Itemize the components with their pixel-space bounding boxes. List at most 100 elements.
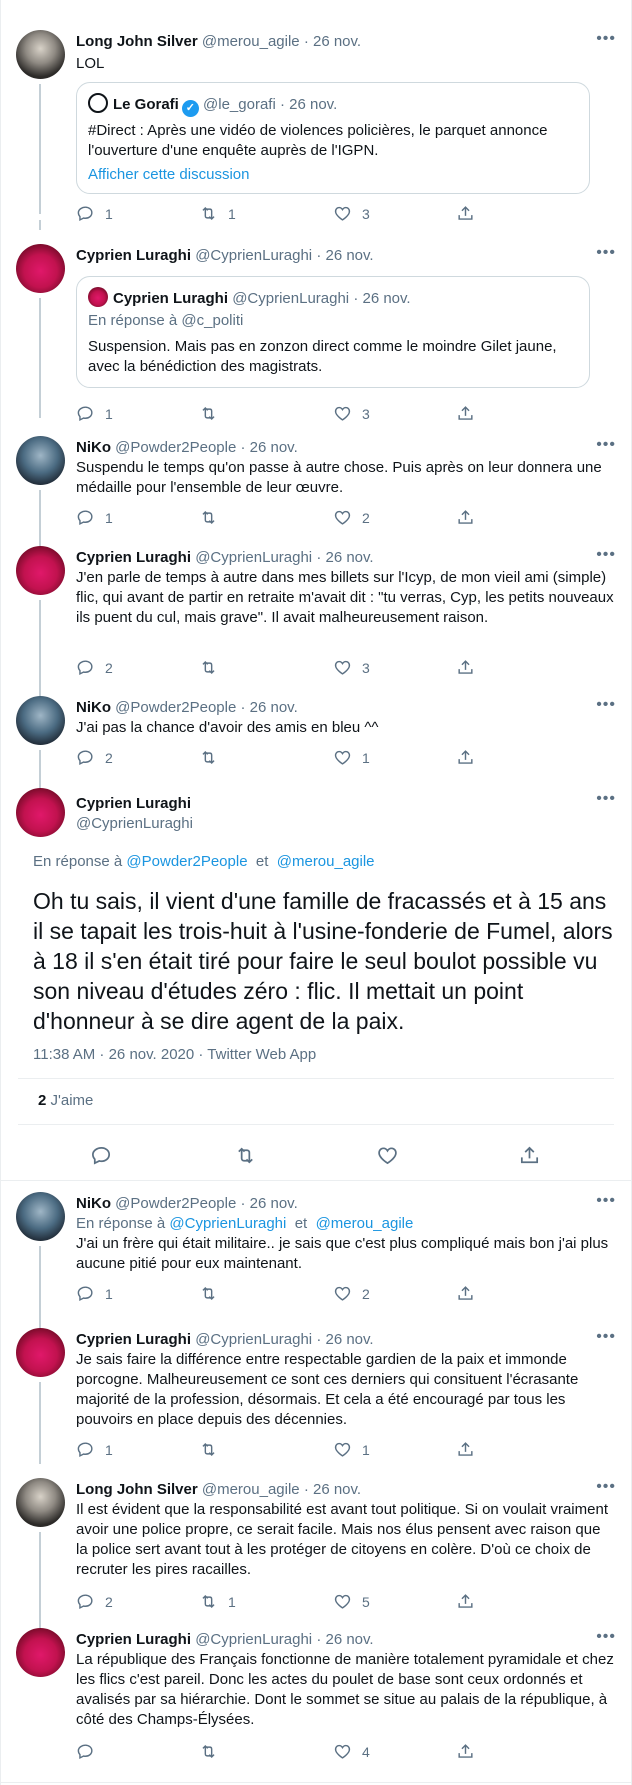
avatar[interactable] bbox=[16, 546, 65, 595]
avatar[interactable] bbox=[16, 696, 65, 745]
tweet-date[interactable]: · 26 nov. bbox=[316, 247, 373, 264]
author-handle[interactable]: @CyprienLuraghi bbox=[195, 549, 312, 566]
tweet-2[interactable]: Cyprien Luraghi @CyprienLuraghi · 26 nov… bbox=[1, 220, 631, 422]
more-options-icon[interactable]: ••• bbox=[596, 1628, 616, 1646]
share-button[interactable] bbox=[456, 1440, 475, 1459]
reply-3[interactable]: Long John Silver @merou_agile · 26 nov. … bbox=[1, 1468, 631, 1628]
share-button[interactable] bbox=[456, 1592, 475, 1611]
tweet-4[interactable]: Cyprien Luraghi @CyprienLuraghi · 26 nov… bbox=[1, 536, 631, 700]
reply-handle-1[interactable]: @CyprienLuraghi bbox=[169, 1215, 286, 1232]
avatar[interactable] bbox=[16, 1192, 65, 1241]
reply-button[interactable]: 1 bbox=[76, 204, 113, 223]
reply-1[interactable]: NiKo @Powder2People · 26 nov. ••• En rép… bbox=[1, 1182, 631, 1330]
author-handle[interactable]: @CyprienLuraghi bbox=[195, 1631, 312, 1648]
reply-button[interactable]: 1 bbox=[76, 404, 113, 423]
like-button[interactable]: 2 bbox=[333, 508, 370, 527]
reply-button[interactable]: 1 bbox=[76, 1440, 113, 1459]
like-button[interactable]: 4 bbox=[333, 1742, 370, 1761]
reply-button[interactable]: 1 bbox=[76, 1284, 113, 1303]
share-button[interactable] bbox=[456, 404, 475, 423]
reply-4[interactable]: Cyprien Luraghi @CyprienLuraghi · 26 nov… bbox=[1, 1618, 631, 1783]
more-options-icon[interactable]: ••• bbox=[596, 436, 616, 454]
reply-button[interactable]: 2 bbox=[76, 658, 113, 677]
avatar[interactable] bbox=[16, 436, 65, 485]
tweet-date[interactable]: · 26 nov. bbox=[240, 439, 297, 456]
reply-handle-2[interactable]: @merou_agile bbox=[277, 853, 375, 870]
share-button[interactable] bbox=[456, 1742, 475, 1761]
retweet-button[interactable] bbox=[199, 1742, 228, 1761]
author-handle[interactable]: @Powder2People bbox=[115, 699, 236, 716]
like-button[interactable]: 3 bbox=[333, 404, 370, 423]
reply-handle-2[interactable]: @merou_agile bbox=[316, 1215, 414, 1232]
retweet-button[interactable]: 1 bbox=[199, 1592, 236, 1611]
tweet-date[interactable]: · 26 nov. bbox=[304, 33, 361, 50]
like-button[interactable]: 1 bbox=[333, 1440, 370, 1459]
like-button[interactable]: 3 bbox=[333, 204, 370, 223]
tweet-5[interactable]: NiKo @Powder2People · 26 nov. ••• J'ai p… bbox=[1, 686, 631, 794]
likes-summary[interactable]: 2 J'aime bbox=[38, 1092, 93, 1109]
reply-button[interactable]: 1 bbox=[76, 508, 113, 527]
quoted-tweet[interactable]: Le Gorafi ✓ @le_gorafi · 26 nov. #Direct … bbox=[76, 82, 590, 194]
more-options-icon[interactable]: ••• bbox=[596, 30, 616, 48]
share-button[interactable] bbox=[456, 1284, 475, 1303]
tweet-date[interactable]: · 26 nov. bbox=[240, 699, 297, 716]
retweet-button[interactable] bbox=[199, 404, 228, 423]
reply-button[interactable] bbox=[90, 1144, 113, 1172]
more-options-icon[interactable]: ••• bbox=[596, 790, 616, 808]
tweet-date[interactable]: · 26 nov. bbox=[304, 1481, 361, 1498]
author-name[interactable]: Cyprien Luraghi bbox=[76, 549, 191, 566]
author-name[interactable]: Cyprien Luraghi bbox=[76, 1331, 191, 1348]
retweet-button[interactable] bbox=[234, 1144, 257, 1172]
like-button[interactable]: 1 bbox=[333, 748, 370, 767]
tweet-date[interactable]: · 26 nov. bbox=[316, 549, 373, 566]
reply-button[interactable]: 2 bbox=[76, 1592, 113, 1611]
like-button[interactable] bbox=[376, 1144, 399, 1172]
author-handle[interactable]: @CyprienLuraghi bbox=[195, 1331, 312, 1348]
more-options-icon[interactable]: ••• bbox=[596, 1478, 616, 1496]
tweet-date[interactable]: · 26 nov. bbox=[316, 1631, 373, 1648]
reply-handle-1[interactable]: @Powder2People bbox=[126, 853, 247, 870]
author-name[interactable]: Cyprien Luraghi bbox=[76, 794, 193, 814]
author-handle[interactable]: @Powder2People bbox=[115, 1195, 236, 1212]
share-button[interactable] bbox=[456, 748, 475, 767]
author-handle[interactable]: @CyprienLuraghi bbox=[195, 247, 312, 264]
reply-button[interactable]: 2 bbox=[76, 748, 113, 767]
show-thread-link[interactable]: Afficher cette discussion bbox=[88, 165, 578, 185]
more-options-icon[interactable]: ••• bbox=[596, 1192, 616, 1210]
retweet-button[interactable] bbox=[199, 508, 228, 527]
avatar[interactable] bbox=[16, 30, 65, 79]
like-button[interactable]: 2 bbox=[333, 1284, 370, 1303]
author-name[interactable]: NiKo bbox=[76, 699, 111, 716]
author-name[interactable]: Cyprien Luraghi bbox=[76, 247, 191, 264]
tweet-1[interactable]: Long John Silver @merou_agile · 26 nov. … bbox=[1, 0, 631, 222]
tweet-date[interactable]: · 26 nov. bbox=[316, 1331, 373, 1348]
avatar[interactable] bbox=[16, 1628, 65, 1677]
author-handle[interactable]: @CyprienLuraghi bbox=[76, 814, 193, 834]
retweet-button[interactable] bbox=[199, 658, 228, 677]
author-name[interactable]: Long John Silver bbox=[76, 1481, 198, 1498]
retweet-button[interactable]: 1 bbox=[199, 204, 236, 223]
author-handle[interactable]: @merou_agile bbox=[202, 1481, 300, 1498]
like-button[interactable]: 3 bbox=[333, 658, 370, 677]
like-button[interactable]: 5 bbox=[333, 1592, 370, 1611]
retweet-button[interactable] bbox=[199, 1440, 228, 1459]
author-name[interactable]: Cyprien Luraghi bbox=[76, 1631, 191, 1648]
retweet-button[interactable] bbox=[199, 748, 228, 767]
author-name[interactable]: NiKo bbox=[76, 1195, 111, 1212]
tweet-meta[interactable]: 11:38 AM · 26 nov. 2020 · Twitter Web Ap… bbox=[33, 1046, 316, 1063]
more-options-icon[interactable]: ••• bbox=[596, 1328, 616, 1346]
tweet-3[interactable]: NiKo @Powder2People · 26 nov. ••• Suspen… bbox=[1, 426, 631, 548]
more-options-icon[interactable]: ••• bbox=[596, 244, 616, 262]
share-button[interactable] bbox=[518, 1144, 541, 1172]
author-name[interactable]: NiKo bbox=[76, 439, 111, 456]
avatar[interactable] bbox=[16, 244, 65, 293]
avatar[interactable] bbox=[16, 1328, 65, 1377]
more-options-icon[interactable]: ••• bbox=[596, 546, 616, 564]
author-handle[interactable]: @merou_agile bbox=[202, 33, 300, 50]
share-button[interactable] bbox=[456, 204, 475, 223]
quoted-tweet[interactable]: Cyprien Luraghi @CyprienLuraghi · 26 nov… bbox=[76, 276, 590, 388]
share-button[interactable] bbox=[456, 658, 475, 677]
tweet-date[interactable]: · 26 nov. bbox=[240, 1195, 297, 1212]
author-handle[interactable]: @Powder2People bbox=[115, 439, 236, 456]
avatar[interactable] bbox=[16, 1478, 65, 1527]
